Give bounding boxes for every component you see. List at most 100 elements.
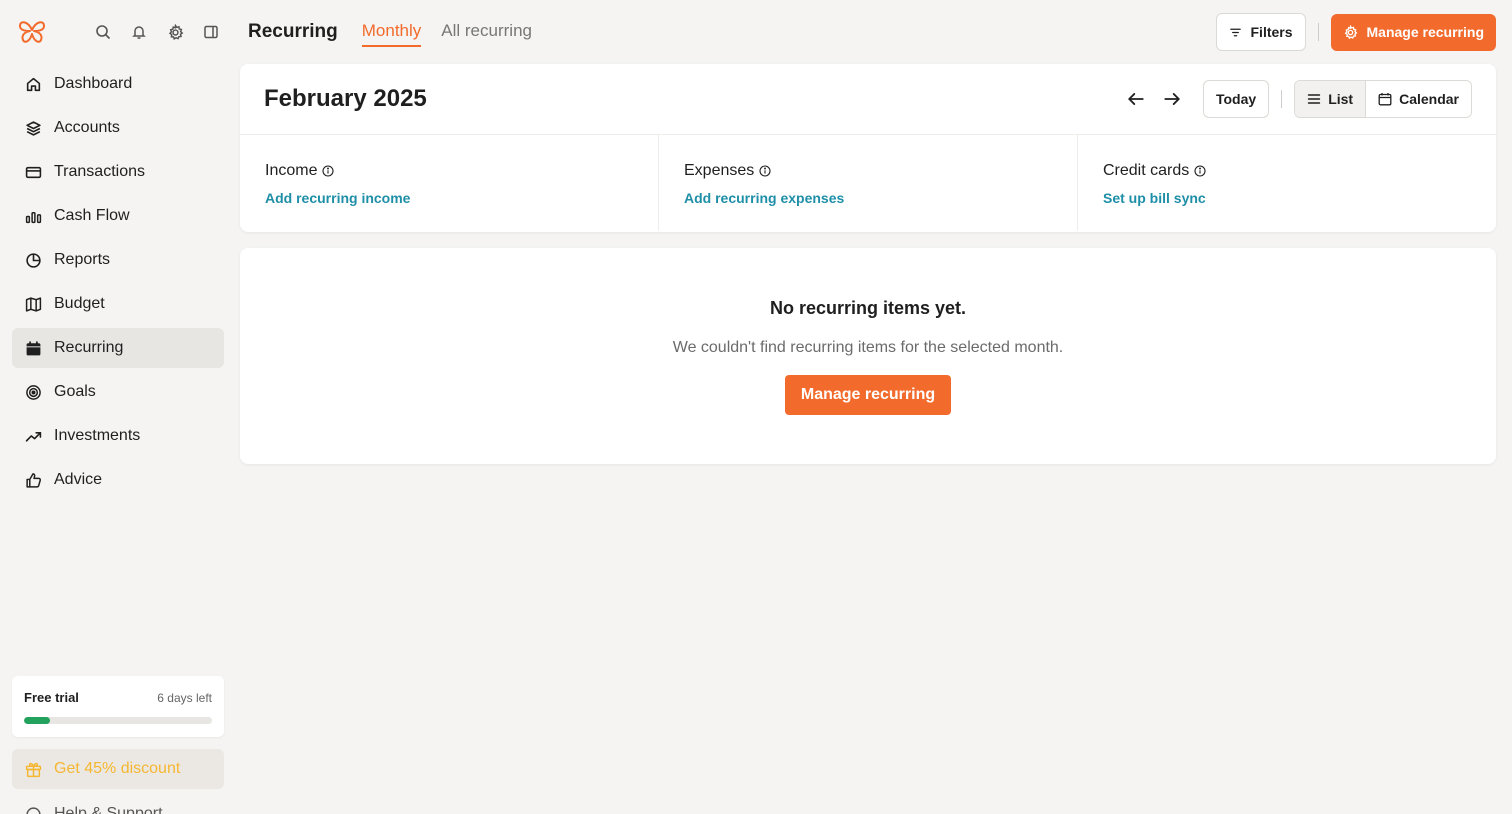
help-icon	[24, 805, 42, 814]
discount-button[interactable]: Get 45% discount	[12, 749, 224, 789]
sidebar-top	[0, 0, 236, 64]
free-trial-title: Free trial	[24, 690, 79, 705]
info-icon[interactable]	[322, 165, 335, 177]
tab-all-recurring[interactable]: All recurring	[441, 17, 532, 47]
thumbs-up-icon	[24, 471, 42, 489]
manage-recurring-label: Manage recurring	[1366, 24, 1484, 40]
sidebar-item-investments[interactable]: Investments	[12, 416, 224, 456]
help-support-label: Help & Support	[54, 805, 163, 814]
sidebar-item-budget[interactable]: Budget	[12, 284, 224, 324]
pie-chart-icon	[24, 251, 42, 269]
butterfly-logo-icon[interactable]	[18, 18, 46, 46]
header-divider	[1317, 23, 1319, 41]
free-trial-days-left: 6 days left	[157, 690, 212, 705]
credit-cards-label: Credit cards	[1103, 162, 1190, 179]
app-root: Dashboard Accounts Transactions Cash Flo…	[0, 0, 1512, 814]
calendar-view-button[interactable]: Calendar	[1366, 81, 1471, 117]
expenses-label: Expenses	[684, 162, 755, 179]
home-icon	[24, 75, 42, 93]
sidebar-item-label: Transactions	[54, 163, 145, 180]
income-label: Income	[265, 162, 318, 179]
gear-icon[interactable]	[164, 21, 186, 43]
trial-progress-bar	[24, 717, 212, 724]
empty-manage-recurring-button[interactable]: Manage recurring	[784, 375, 952, 415]
sidebar-item-label: Advice	[54, 471, 103, 488]
map-icon	[24, 295, 42, 313]
calendar-icon	[24, 339, 42, 357]
sidebar-item-label: Dashboard	[54, 75, 133, 92]
manage-recurring-button[interactable]: Manage recurring	[1330, 13, 1496, 51]
filters-button[interactable]: Filters	[1215, 13, 1306, 51]
calendar-view-label: Calendar	[1399, 91, 1459, 107]
month-summary-card: February 2025 Today List Calendar Income…	[240, 64, 1496, 232]
trial-progress-fill	[24, 717, 51, 724]
filter-icon	[1229, 25, 1243, 39]
sidebar-item-dashboard[interactable]: Dashboard	[12, 64, 224, 104]
summary-label: Expenses	[684, 162, 1052, 180]
empty-state-card: No recurring items yet. We couldn't find…	[240, 248, 1496, 464]
sidebar-item-label: Cash Flow	[54, 207, 130, 224]
sidebar-item-accounts[interactable]: Accounts	[12, 108, 224, 148]
empty-state-subtitle: We couldn't find recurring items for the…	[672, 339, 1064, 356]
credit-card-icon	[24, 163, 42, 181]
info-icon[interactable]	[1194, 165, 1206, 177]
list-view-button[interactable]: List	[1295, 81, 1367, 117]
filters-label: Filters	[1250, 24, 1293, 40]
arrow-left-icon	[1128, 93, 1144, 105]
sidebar-item-label: Investments	[54, 427, 141, 444]
info-icon[interactable]	[759, 165, 771, 177]
discount-label: Get 45% discount	[54, 760, 181, 777]
sidebar: Dashboard Accounts Transactions Cash Flo…	[0, 0, 236, 814]
summary-income: Income Add recurring income	[240, 135, 658, 231]
sidebar-item-transactions[interactable]: Transactions	[12, 152, 224, 192]
gift-icon	[24, 760, 42, 778]
month-title: February 2025	[264, 85, 427, 112]
sidebar-nav: Dashboard Accounts Transactions Cash Flo…	[0, 64, 236, 500]
list-view-label: List	[1328, 91, 1354, 107]
today-button[interactable]: Today	[1202, 80, 1270, 118]
bar-chart-icon	[24, 207, 42, 225]
month-controls-divider	[1281, 90, 1283, 108]
free-trial-row: Free trial 6 days left	[24, 690, 212, 705]
previous-month-button[interactable]	[1123, 86, 1149, 112]
sidebar-item-reports[interactable]: Reports	[12, 240, 224, 280]
sidebar-top-icons	[92, 21, 222, 43]
view-toggle: List Calendar	[1294, 80, 1472, 118]
sidebar-item-recurring[interactable]: Recurring	[12, 328, 224, 368]
sidebar-item-label: Budget	[54, 295, 105, 312]
sidebar-toggle-icon[interactable]	[200, 21, 222, 43]
summary-credit-cards: Credit cards Set up bill sync	[1077, 135, 1496, 231]
month-header: February 2025 Today List Calendar	[240, 64, 1496, 135]
set-up-bill-sync-link[interactable]: Set up bill sync	[1103, 190, 1206, 206]
sidebar-item-label: Goals	[54, 383, 96, 400]
bell-icon[interactable]	[128, 21, 150, 43]
summary-columns: Income Add recurring income Expenses Add…	[240, 135, 1496, 231]
free-trial-card: Free trial 6 days left	[12, 676, 224, 737]
top-header: Recurring Monthly All recurring Filters …	[248, 0, 1496, 64]
sidebar-item-advice[interactable]: Advice	[12, 460, 224, 500]
list-icon	[1307, 92, 1321, 106]
sidebar-item-label: Recurring	[54, 339, 124, 356]
help-support-link[interactable]: Help & Support	[12, 799, 224, 814]
month-controls: Today List Calendar	[1123, 80, 1472, 118]
empty-state-title: No recurring items yet.	[769, 298, 967, 318]
tab-monthly[interactable]: Monthly	[361, 17, 422, 47]
sidebar-item-goals[interactable]: Goals	[12, 372, 224, 412]
target-icon	[24, 383, 42, 401]
view-tabs: Monthly All recurring	[361, 17, 532, 47]
sidebar-item-cash-flow[interactable]: Cash Flow	[12, 196, 224, 236]
summary-expenses: Expenses Add recurring expenses	[658, 135, 1077, 231]
page-title: Recurring	[248, 21, 338, 42]
trending-up-icon	[24, 427, 42, 445]
next-month-button[interactable]	[1159, 86, 1185, 112]
summary-label: Income	[265, 162, 633, 180]
layers-icon	[24, 119, 42, 137]
search-icon[interactable]	[92, 21, 114, 43]
sidebar-item-label: Accounts	[54, 119, 120, 136]
header-actions: Filters Manage recurring	[1215, 13, 1496, 51]
summary-label: Credit cards	[1103, 162, 1471, 180]
add-recurring-income-link[interactable]: Add recurring income	[265, 190, 410, 206]
arrow-right-icon	[1164, 93, 1180, 105]
gear-icon	[1343, 24, 1359, 40]
add-recurring-expenses-link[interactable]: Add recurring expenses	[684, 190, 844, 206]
